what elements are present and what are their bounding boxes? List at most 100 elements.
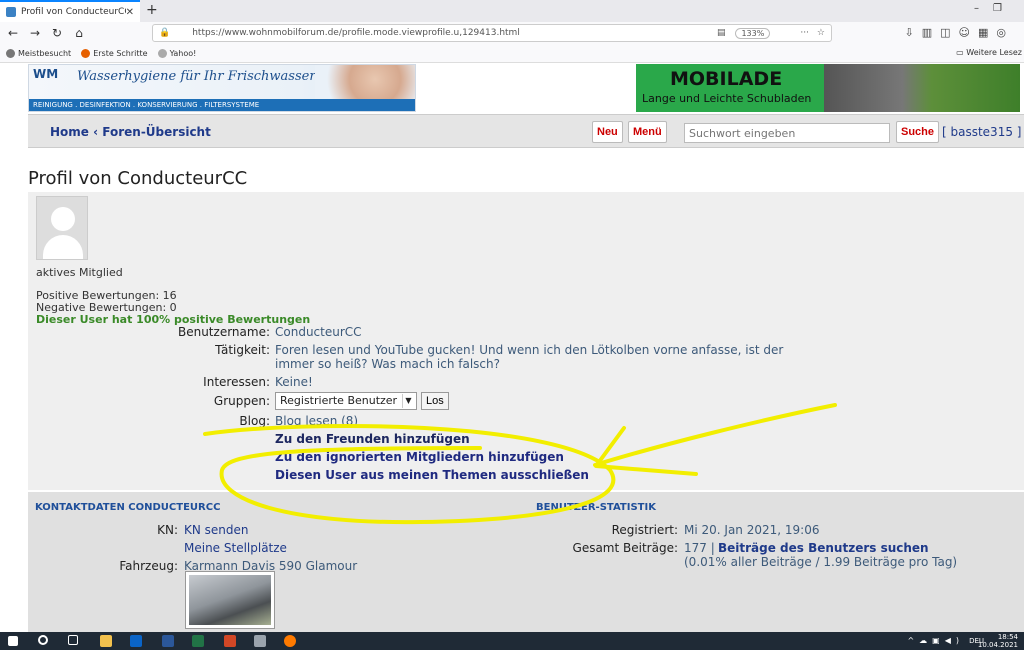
close-tab-icon[interactable]: ✕ bbox=[126, 7, 134, 18]
bookmark-yahoo[interactable]: Yahoo! bbox=[157, 48, 196, 58]
registered-value: Mi 20. Jan 2021, 19:06 bbox=[684, 523, 820, 537]
toolbar-icons[interactable]: ⇩▥◫☺▦◎ bbox=[905, 26, 1014, 39]
ad-photo bbox=[315, 65, 415, 101]
avatar-head-icon bbox=[51, 207, 75, 231]
tab-title: Profil von ConducteurCC bbox=[21, 7, 126, 17]
page-title: Profil von ConducteurCC bbox=[28, 168, 248, 189]
powerpoint-icon[interactable] bbox=[224, 635, 236, 647]
browser-nav-bar: ← → ↻ ⌂ 🔒 https://www.wohnmobilforum.de/… bbox=[0, 22, 1024, 44]
ad-banner-mobilade[interactable]: MOBILADE Lange und Leichte Schubladen bbox=[636, 64, 1020, 112]
menu-button[interactable]: Menü bbox=[628, 121, 667, 143]
user-rank: aktives Mitglied bbox=[36, 266, 123, 279]
job-value-line1: Foren lesen und YouTube gucken! Und wenn… bbox=[275, 343, 784, 357]
interests-value: Keine! bbox=[275, 375, 313, 389]
browser-tab[interactable]: Profil von ConducteurCC ✕ bbox=[0, 0, 140, 22]
search-user-posts-link[interactable]: Beiträge des Benutzers suchen bbox=[718, 541, 929, 555]
firefox-icon bbox=[81, 48, 91, 58]
registered-label: Registriert: bbox=[611, 523, 678, 537]
browser-tab-bar: Profil von ConducteurCC ✕ + –❐ bbox=[0, 0, 1024, 22]
mobilade-photo bbox=[824, 64, 1020, 112]
groups-label: Gruppen: bbox=[213, 394, 270, 408]
forum-nav-bar: Home ‹ Foren-Übersicht Neu Menü Suche [ … bbox=[28, 114, 1024, 148]
contact-stats-panel: KONTAKTDATEN CONDUCTEURCC BENUTZER-STATI… bbox=[28, 492, 1024, 632]
site-favicon-icon bbox=[6, 7, 16, 17]
mobilade-brand: MOBILADE bbox=[670, 68, 783, 90]
wm-logo: WM bbox=[33, 67, 59, 81]
breadcrumb-forum-overview[interactable]: Foren-Übersicht bbox=[102, 125, 211, 139]
breadcrumb-separator: ‹ bbox=[93, 125, 99, 139]
clock-time: 18:54 bbox=[997, 633, 1018, 641]
reader-icon[interactable]: ▤ bbox=[717, 28, 726, 38]
os-taskbar: ^☁▣◀) DEU 18:54 10.04.2021 bbox=[0, 632, 1024, 650]
chevron-down-icon: ▼ bbox=[402, 394, 414, 408]
clock[interactable]: 18:54 10.04.2021 bbox=[978, 633, 1018, 649]
posts-ratio: (0.01% aller Beiträge / 1.99 Beiträge pr… bbox=[684, 555, 958, 569]
ad-banner-wm-aquatec[interactable]: WM Wasserhygiene für Ihr Frischwassersys… bbox=[28, 64, 416, 112]
job-label: Tätigkeit: bbox=[215, 343, 270, 357]
clock-date: 10.04.2021 bbox=[977, 641, 1018, 649]
globe-icon bbox=[157, 48, 167, 58]
add-ignore-link[interactable]: Zu den ignorierten Mitgliedern hinzufüge… bbox=[275, 450, 564, 464]
job-value-line2: immer so heiß? Was mach ich falsch? bbox=[275, 357, 500, 371]
current-user-link[interactable]: [ basste315 ] bbox=[942, 125, 1021, 139]
username-label: Benutzername: bbox=[177, 325, 270, 339]
folder-icon: ▭ bbox=[956, 48, 967, 57]
avatar bbox=[36, 196, 88, 260]
profile-panel: aktives Mitglied Positive Bewertungen: 1… bbox=[28, 192, 1024, 490]
task-view-icon[interactable] bbox=[68, 635, 78, 645]
app-icon[interactable] bbox=[254, 635, 266, 647]
blog-link[interactable]: Blog lesen (8) bbox=[275, 414, 358, 428]
zoom-badge[interactable]: 133% bbox=[735, 27, 771, 39]
posts-label: Gesamt Beiträge: bbox=[572, 541, 678, 555]
bookmark-folder-more[interactable]: ▭ Weitere Lesez bbox=[956, 48, 1022, 57]
home-icon[interactable]: ⌂ bbox=[70, 26, 88, 40]
url-bar[interactable]: 🔒 https://www.wohnmobilforum.de/profile.… bbox=[152, 24, 832, 42]
breadcrumb: Home ‹ Foren-Übersicht bbox=[50, 125, 211, 139]
lock-icon: 🔒 bbox=[159, 28, 171, 38]
reload-icon[interactable]: ↻ bbox=[48, 26, 66, 40]
ratings-block: Positive Bewertungen: 16 Negative Bewert… bbox=[36, 290, 310, 326]
bookmarks-bar: Meistbesucht Erste Schritte Yahoo! ▭ Wei… bbox=[0, 44, 1024, 63]
window-controls[interactable]: –❐ bbox=[974, 3, 1016, 14]
word-icon[interactable] bbox=[162, 635, 174, 647]
windows-start-icon[interactable] bbox=[8, 636, 18, 646]
new-tab-icon[interactable]: + bbox=[146, 2, 158, 18]
username-value: ConducteurCC bbox=[275, 325, 362, 339]
avatar-body-icon bbox=[43, 235, 83, 259]
search-input[interactable] bbox=[684, 123, 890, 143]
blog-label: Blog: bbox=[239, 414, 270, 428]
page-content: WM Wasserhygiene für Ihr Frischwassersys… bbox=[0, 64, 1024, 632]
ad-strip: REINIGUNG . DESINFEKTION . KONSERVIERUNG… bbox=[29, 99, 415, 111]
bookmark-erste-schritte[interactable]: Erste Schritte bbox=[81, 48, 148, 58]
my-places-link[interactable]: Meine Stellplätze bbox=[184, 541, 287, 555]
file-explorer-icon[interactable] bbox=[100, 635, 112, 647]
exclude-user-link[interactable]: Diesen User aus meinen Themen ausschließ… bbox=[275, 468, 589, 482]
new-button[interactable]: Neu bbox=[592, 121, 623, 143]
add-friend-link[interactable]: Zu den Freunden hinzufügen bbox=[275, 432, 470, 446]
bookmark-star-icon[interactable]: ☆ bbox=[817, 28, 825, 38]
search-button[interactable]: Suche bbox=[896, 121, 940, 143]
stats-section-title: BENUTZER-STATISTIK bbox=[536, 502, 656, 513]
firefox-taskbar-icon[interactable] bbox=[284, 635, 296, 647]
bookmark-meistbesucht[interactable]: Meistbesucht bbox=[6, 48, 71, 58]
url-text: https://www.wohnmobilforum.de/profile.mo… bbox=[192, 28, 520, 38]
vehicle-photo bbox=[189, 575, 271, 625]
interests-label: Interessen: bbox=[203, 375, 270, 389]
page-actions-icon[interactable]: ··· bbox=[800, 28, 809, 38]
outlook-icon[interactable] bbox=[130, 635, 142, 647]
groups-select[interactable]: Registrierte Benutzer ▼ bbox=[275, 392, 417, 410]
tray-icons[interactable]: ^☁▣◀) bbox=[907, 636, 964, 645]
vehicle-image[interactable] bbox=[185, 571, 275, 629]
excel-icon[interactable] bbox=[192, 635, 204, 647]
back-icon[interactable]: ← bbox=[4, 26, 22, 40]
groups-selected-value: Registrierte Benutzer bbox=[280, 394, 398, 407]
contact-section-title: KONTAKTDATEN CONDUCTEURCC bbox=[35, 502, 221, 513]
breadcrumb-home[interactable]: Home bbox=[50, 125, 89, 139]
search-icon[interactable] bbox=[38, 635, 48, 645]
kn-send-link[interactable]: KN senden bbox=[184, 523, 249, 537]
groups-go-button[interactable]: Los bbox=[421, 392, 449, 410]
gear-icon bbox=[6, 48, 15, 58]
posts-count: 177 | bbox=[684, 541, 715, 555]
mobilade-subtitle: Lange und Leichte Schubladen bbox=[642, 92, 812, 105]
forward-icon[interactable]: → bbox=[26, 26, 44, 40]
